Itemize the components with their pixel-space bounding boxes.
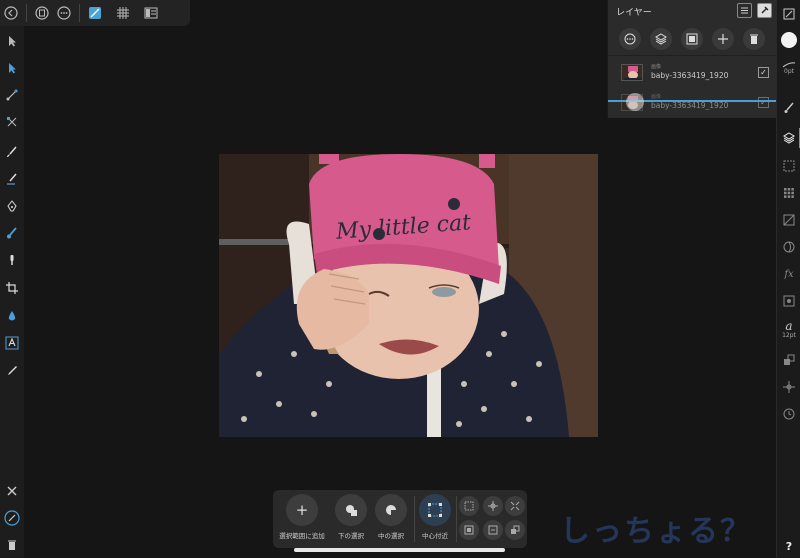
selection-brush-icon[interactable] xyxy=(0,168,24,190)
effects-icon[interactable] xyxy=(777,235,800,259)
select-inside-label: 中の選択 xyxy=(378,532,404,540)
align-box-icon[interactable] xyxy=(459,520,479,540)
add-to-selection-button[interactable]: + 選択範囲に追加 xyxy=(277,494,327,540)
text-tool-icon[interactable] xyxy=(0,332,24,354)
assistant-icon[interactable] xyxy=(0,507,24,529)
view-tool-icon[interactable] xyxy=(0,57,24,79)
select-inside-icon xyxy=(375,494,407,526)
brush-width-control[interactable]: 0pt xyxy=(777,56,800,80)
align-corner-icon[interactable] xyxy=(505,520,525,540)
layer-thumbnail xyxy=(621,63,643,81)
select-below-button[interactable]: 下の選択 xyxy=(331,494,371,540)
layers-panel-header: レイヤー xyxy=(608,0,776,22)
help-label: ? xyxy=(785,539,793,553)
plus-icon: + xyxy=(286,494,318,526)
move-tool-icon[interactable] xyxy=(0,30,24,52)
pin-icon[interactable] xyxy=(757,3,772,18)
layers-panel-title: レイヤー xyxy=(616,7,652,18)
layer-row-dragging[interactable]: 画像 baby-3363419_1920 ✓ xyxy=(608,87,777,117)
add-to-selection-label: 選択範囲に追加 xyxy=(279,532,325,540)
layer-visibility-checkbox[interactable]: ✓ xyxy=(758,66,769,78)
right-studio-bar: 0pt fx a 12pt ? xyxy=(776,0,800,558)
swatches-grid-icon[interactable] xyxy=(777,181,800,205)
color-picker-icon[interactable] xyxy=(0,359,24,381)
history-clock-icon[interactable] xyxy=(777,402,800,426)
select-below-label: 下の選択 xyxy=(338,532,364,540)
export-persona-icon[interactable] xyxy=(140,2,162,24)
delete-layer-icon[interactable] xyxy=(743,27,766,50)
layer-actions-row xyxy=(608,22,776,56)
select-below-icon xyxy=(335,494,367,526)
character-control[interactable]: a 12pt xyxy=(777,318,800,342)
layer-type-label: 画像 xyxy=(651,64,662,70)
fx-icon[interactable]: fx xyxy=(777,262,800,286)
toolbar-divider xyxy=(26,4,27,22)
add-layer-icon[interactable] xyxy=(712,27,735,50)
close-icon[interactable] xyxy=(0,480,24,502)
transform-panel-icon[interactable] xyxy=(777,375,800,399)
crop-tool-icon[interactable] xyxy=(0,277,24,299)
gradient-tool-icon[interactable] xyxy=(0,84,24,106)
dodge-tool-icon[interactable] xyxy=(0,249,24,271)
fill-tool-icon[interactable] xyxy=(0,305,24,327)
layers-studio-icon[interactable] xyxy=(777,126,800,150)
layers-panel: レイヤー 画像 baby-3363419_1920 ✓ 画像 baby-3363… xyxy=(607,0,777,118)
grid-icon[interactable] xyxy=(112,2,134,24)
touch-indicator xyxy=(626,93,644,111)
document-icon[interactable] xyxy=(31,2,53,24)
toolbar-divider xyxy=(79,4,80,22)
delete-icon[interactable] xyxy=(0,534,24,556)
help-button[interactable]: ? xyxy=(777,534,800,558)
brushes-icon[interactable] xyxy=(777,96,800,120)
more-options-icon[interactable] xyxy=(53,2,75,24)
brush-width-label: 0pt xyxy=(784,67,794,75)
near-center-label: 中心付近 xyxy=(422,532,448,540)
layer-stack-icon[interactable] xyxy=(649,27,672,50)
select-inside-button[interactable]: 中の選択 xyxy=(371,494,411,540)
near-center-button[interactable]: 中心付近 xyxy=(415,494,455,540)
align-frame-icon[interactable] xyxy=(483,520,503,540)
layer-row[interactable]: 画像 baby-3363419_1920 ✓ xyxy=(608,57,777,87)
layer-name: baby-3363419_1920 xyxy=(651,71,729,80)
align-tl-icon[interactable] xyxy=(459,496,479,516)
back-icon[interactable] xyxy=(0,2,22,24)
left-tools-panel xyxy=(0,26,24,558)
history-stack-icon[interactable] xyxy=(777,348,800,372)
align-expand-icon[interactable] xyxy=(505,496,525,516)
styles-icon[interactable] xyxy=(777,289,800,313)
watermark-text: しっちょる？ xyxy=(560,514,752,549)
color-swatch[interactable] xyxy=(777,28,800,52)
panel-menu-icon[interactable] xyxy=(737,3,752,18)
mask-layer-icon[interactable] xyxy=(680,27,703,50)
channels-icon[interactable] xyxy=(777,154,800,178)
context-toolbar: + 選択範囲に追加 下の選択 中の選択 中心付近 xyxy=(273,490,527,548)
paint-brush-icon[interactable] xyxy=(0,141,24,163)
home-indicator[interactable] xyxy=(294,548,505,552)
text-size-label: 12pt xyxy=(782,332,796,339)
align-center-icon[interactable] xyxy=(483,496,503,516)
transform-tool-icon[interactable] xyxy=(0,111,24,133)
pen-tool-icon[interactable] xyxy=(0,195,24,217)
photo-persona-icon[interactable] xyxy=(84,2,106,24)
adjustments-icon[interactable] xyxy=(777,208,800,232)
navigator-icon[interactable] xyxy=(777,2,800,26)
layer-name: baby-3363419_1920 xyxy=(651,101,729,110)
canvas-photo[interactable]: My little cat xyxy=(219,154,598,437)
top-toolbar xyxy=(0,0,190,26)
clone-brush-icon[interactable] xyxy=(0,222,24,244)
toolbar-divider xyxy=(456,496,457,542)
layer-visibility-checkbox[interactable]: ✓ xyxy=(758,96,769,108)
layer-options-icon[interactable] xyxy=(618,27,641,50)
near-center-icon xyxy=(419,494,451,526)
